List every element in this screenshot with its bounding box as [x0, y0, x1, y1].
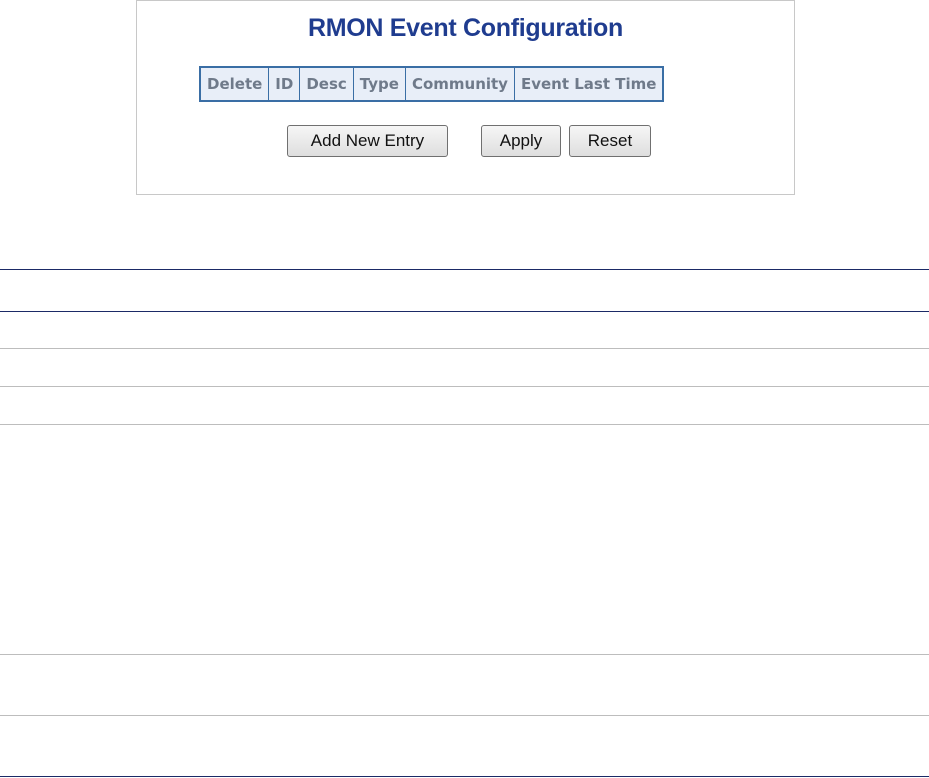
column-header-desc: Desc — [299, 66, 354, 102]
page-title: RMON Event Configuration — [307, 14, 623, 42]
rmon-event-table: Delete ID Desc Type Community Event Last… — [199, 66, 665, 102]
divider — [0, 776, 929, 777]
divider — [0, 269, 929, 270]
column-header-type: Type — [352, 66, 406, 102]
divider — [0, 715, 929, 716]
column-header-event-last-time: Event Last Time — [513, 66, 664, 102]
divider — [0, 348, 929, 349]
column-header-id: ID — [268, 66, 301, 102]
divider — [0, 386, 929, 387]
divider — [0, 654, 929, 655]
column-header-community: Community — [404, 66, 515, 102]
add-new-entry-button[interactable]: Add New Entry — [287, 125, 448, 157]
apply-button[interactable]: Apply — [481, 125, 561, 157]
reset-button[interactable]: Reset — [569, 125, 651, 157]
column-header-delete: Delete — [199, 66, 270, 102]
table-header-row: Delete ID Desc Type Community Event Last… — [199, 66, 664, 102]
divider — [0, 311, 929, 312]
divider — [0, 424, 929, 425]
